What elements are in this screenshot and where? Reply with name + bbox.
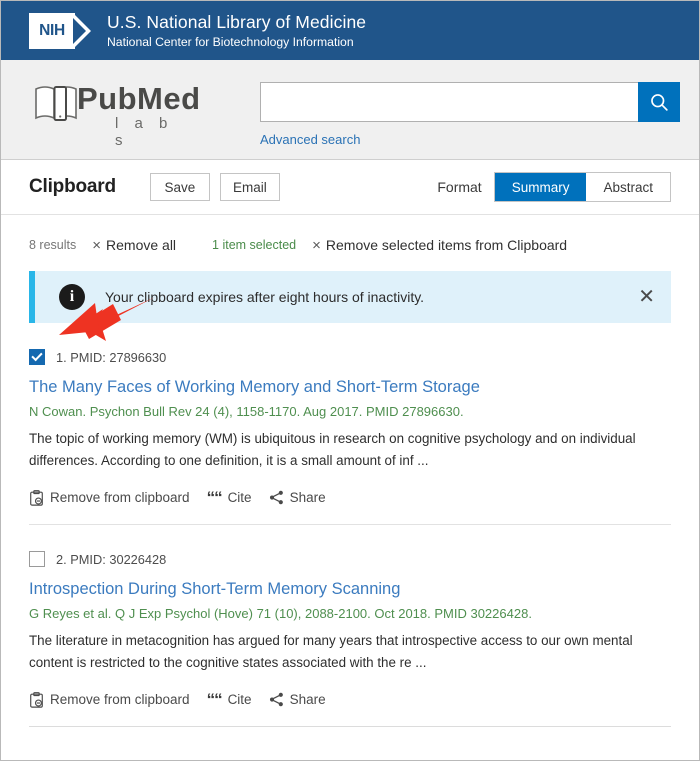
- article-title-link[interactable]: Introspection During Short-Term Memory S…: [29, 578, 671, 600]
- clipboard-results-list: 1. PMID: 27896630 The Many Faces of Work…: [1, 297, 699, 727]
- pubmed-header: PubMed l a b s Advanced search: [1, 60, 699, 160]
- clipboard-remove-icon: [30, 489, 43, 506]
- tab-format-abstract[interactable]: Abstract: [586, 173, 670, 201]
- banner-message: Your clipboard expires after eight hours…: [105, 289, 425, 305]
- list-item: 1. PMID: 27896630 The Many Faces of Work…: [29, 297, 671, 525]
- remove-from-clipboard-label: Remove from clipboard: [50, 490, 190, 505]
- search-icon: [650, 93, 668, 111]
- cite-label: Cite: [227, 490, 252, 505]
- article-actions: Remove from clipboard ““ Cite Share: [29, 489, 671, 506]
- remove-selected-button[interactable]: Remove selected items from Clipboard: [326, 237, 567, 253]
- nih-header-text: U.S. National Library of Medicine Nation…: [107, 12, 366, 50]
- remove-selected-x-icon: ×: [312, 236, 321, 254]
- article-pmid-label: 1. PMID: 27896630: [56, 349, 167, 365]
- remove-all-button[interactable]: Remove all: [106, 237, 176, 253]
- pubmed-clipboard-page: NIH U.S. National Library of Medicine Na…: [0, 0, 700, 761]
- search-area: Advanced search: [260, 82, 680, 149]
- search-button[interactable]: [638, 82, 680, 122]
- remove-from-clipboard-button[interactable]: Remove from clipboard: [29, 489, 190, 506]
- search-row: [260, 82, 680, 122]
- format-segmented-control: Summary Abstract: [493, 172, 671, 202]
- cite-button[interactable]: ““ Cite: [207, 691, 252, 708]
- article-select-checkbox[interactable]: [29, 551, 45, 567]
- article-pmid-row: 2. PMID: 30226428: [29, 551, 671, 567]
- tab-format-summary[interactable]: Summary: [494, 173, 587, 201]
- remove-from-clipboard-button[interactable]: Remove from clipboard: [29, 691, 190, 708]
- article-snippet: The topic of working memory (WM) is ubiq…: [29, 431, 636, 468]
- advanced-search-link[interactable]: Advanced search: [260, 132, 360, 147]
- pubmed-labs-label: l a b s: [115, 115, 174, 149]
- nih-logo-arrow-inner: [73, 17, 86, 44]
- quote-icon: ““: [206, 690, 223, 709]
- nih-logo: NIH: [29, 12, 93, 49]
- save-button[interactable]: Save: [149, 173, 210, 201]
- nih-logo-box: NIH: [29, 12, 75, 49]
- nih-header-bar: NIH U.S. National Library of Medicine Na…: [1, 1, 699, 60]
- clipboard-expiry-banner: i Your clipboard expires after eight hou…: [29, 271, 671, 323]
- pubmed-wordmark: PubMed: [77, 81, 201, 116]
- cite-label: Cite: [227, 692, 252, 707]
- article-title-link[interactable]: The Many Faces of Working Memory and Sho…: [29, 376, 671, 398]
- toolbar-button-group: Save Email: [149, 173, 280, 201]
- quote-icon: ““: [206, 488, 223, 507]
- share-button[interactable]: Share: [269, 692, 326, 707]
- open-book-icon: [35, 86, 77, 121]
- pubmed-logo[interactable]: PubMed l a b s: [29, 81, 200, 149]
- share-label: Share: [289, 692, 326, 707]
- search-input[interactable]: [260, 82, 638, 122]
- article-snippet: The literature in metacognition has argu…: [29, 633, 633, 670]
- close-icon[interactable]: ✕: [638, 287, 655, 307]
- nih-logo-text: NIH: [39, 21, 65, 39]
- article-pmid-row: 1. PMID: 27896630: [29, 349, 671, 365]
- article-citation: N Cowan. Psychon Bull Rev 24 (4), 1158-1…: [29, 404, 464, 419]
- nih-subtitle: National Center for Biotechnology Inform…: [107, 34, 354, 49]
- clipboard-remove-icon: [30, 691, 43, 708]
- email-button[interactable]: Email: [219, 173, 280, 201]
- nih-title: U.S. National Library of Medicine: [107, 11, 367, 32]
- article-citation: G Reyes et al. Q J Exp Psychol (Hove) 71…: [29, 606, 532, 621]
- format-label: Format: [437, 179, 482, 195]
- share-label: Share: [289, 490, 326, 505]
- article-select-checkbox[interactable]: [29, 349, 45, 365]
- list-item: 2. PMID: 30226428 Introspection During S…: [29, 525, 671, 727]
- selected-count: 1 item selected: [212, 238, 297, 252]
- article-pmid-label: 2. PMID: 30226428: [56, 551, 167, 567]
- info-icon: i: [59, 284, 85, 310]
- remove-from-clipboard-label: Remove from clipboard: [50, 692, 190, 707]
- format-control: Format Summary Abstract: [437, 172, 671, 202]
- remove-all-x-icon: ×: [92, 236, 102, 254]
- results-count: 8 results: [29, 238, 77, 252]
- results-bar: 8 results × Remove all 1 item selected ×…: [1, 215, 699, 253]
- share-icon: [269, 692, 283, 707]
- share-button[interactable]: Share: [269, 490, 326, 505]
- cite-button[interactable]: ““ Cite: [207, 489, 252, 506]
- article-actions: Remove from clipboard ““ Cite Share: [29, 691, 671, 708]
- share-icon: [269, 490, 283, 505]
- clipboard-toolbar: Clipboard Save Email Format Summary Abst…: [1, 160, 699, 215]
- page-title: Clipboard: [29, 176, 116, 197]
